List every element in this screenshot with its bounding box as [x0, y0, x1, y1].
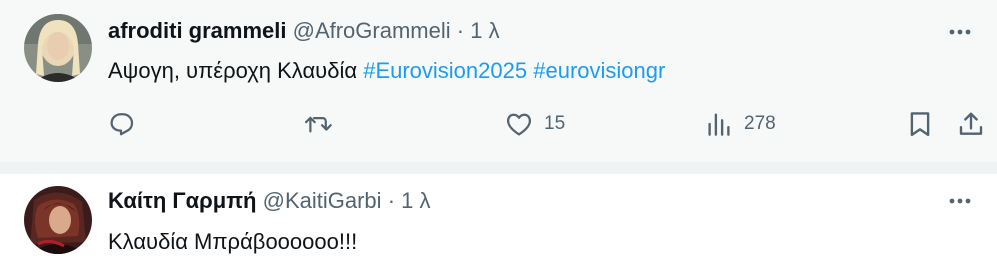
tweet-card-2[interactable]: Καίτη Γαρμπή @KaitiGarbi · 1 λ Κλαυδία Μ… — [0, 174, 997, 278]
tweet-text: Αψογη, υπέροχη Κλαυδία #Eurovision2025 #… — [108, 57, 665, 85]
views-button[interactable]: 278 — [704, 108, 776, 140]
bookmark-icon — [910, 112, 930, 137]
retweet-button[interactable] — [303, 108, 335, 140]
more-icon[interactable] — [945, 191, 975, 211]
views-count: 278 — [744, 113, 776, 134]
bookmark-button[interactable] — [905, 108, 935, 140]
avatar[interactable] — [24, 186, 92, 254]
share-button[interactable] — [956, 108, 986, 140]
like-count: 15 — [544, 113, 566, 134]
timestamp[interactable]: 1 λ — [470, 18, 499, 43]
tweet-header: afroditi grammeli @AfroGrammeli · 1 λ — [108, 18, 500, 44]
timestamp[interactable]: 1 λ — [401, 188, 430, 213]
author-handle[interactable]: @KaitiGarbi — [263, 188, 382, 213]
tweet-header: Καίτη Γαρμπή @KaitiGarbi · 1 λ — [108, 188, 431, 214]
hashtag-link[interactable]: #eurovisiongr — [533, 58, 665, 83]
tweet-text: Κλαυδία Μπράβοοοοοο!!! — [108, 228, 357, 256]
author-handle[interactable]: @AfroGrammeli — [293, 18, 451, 43]
retweet-icon — [304, 116, 332, 133]
tweet-text-body: Κλαυδία Μπράβοοοοοο!!! — [108, 229, 358, 254]
views-icon — [708, 113, 730, 136]
like-button[interactable]: 15 — [504, 108, 565, 140]
share-icon — [959, 112, 983, 135]
more-icon[interactable] — [945, 22, 975, 42]
heart-icon — [507, 113, 531, 136]
reply-button[interactable] — [106, 108, 136, 140]
avatar[interactable] — [24, 14, 92, 82]
avatar-image — [24, 186, 92, 254]
hashtag-link[interactable]: #Eurovision2025 — [363, 58, 527, 83]
author-name[interactable]: afroditi grammeli — [108, 18, 286, 43]
author-name[interactable]: Καίτη Γαρμπή — [108, 188, 257, 213]
avatar-image — [24, 14, 92, 82]
reply-icon — [110, 113, 134, 136]
separator-dot: · — [456, 18, 465, 43]
separator-dot: · — [387, 188, 396, 213]
tweet-divider — [0, 162, 997, 174]
tweet-text-body: Αψογη, υπέροχη Κλαυδία — [108, 58, 358, 83]
tweet-card-1[interactable]: afroditi grammeli @AfroGrammeli · 1 λ Αψ… — [0, 0, 997, 162]
tweet-actions: 15 278 — [0, 108, 997, 140]
